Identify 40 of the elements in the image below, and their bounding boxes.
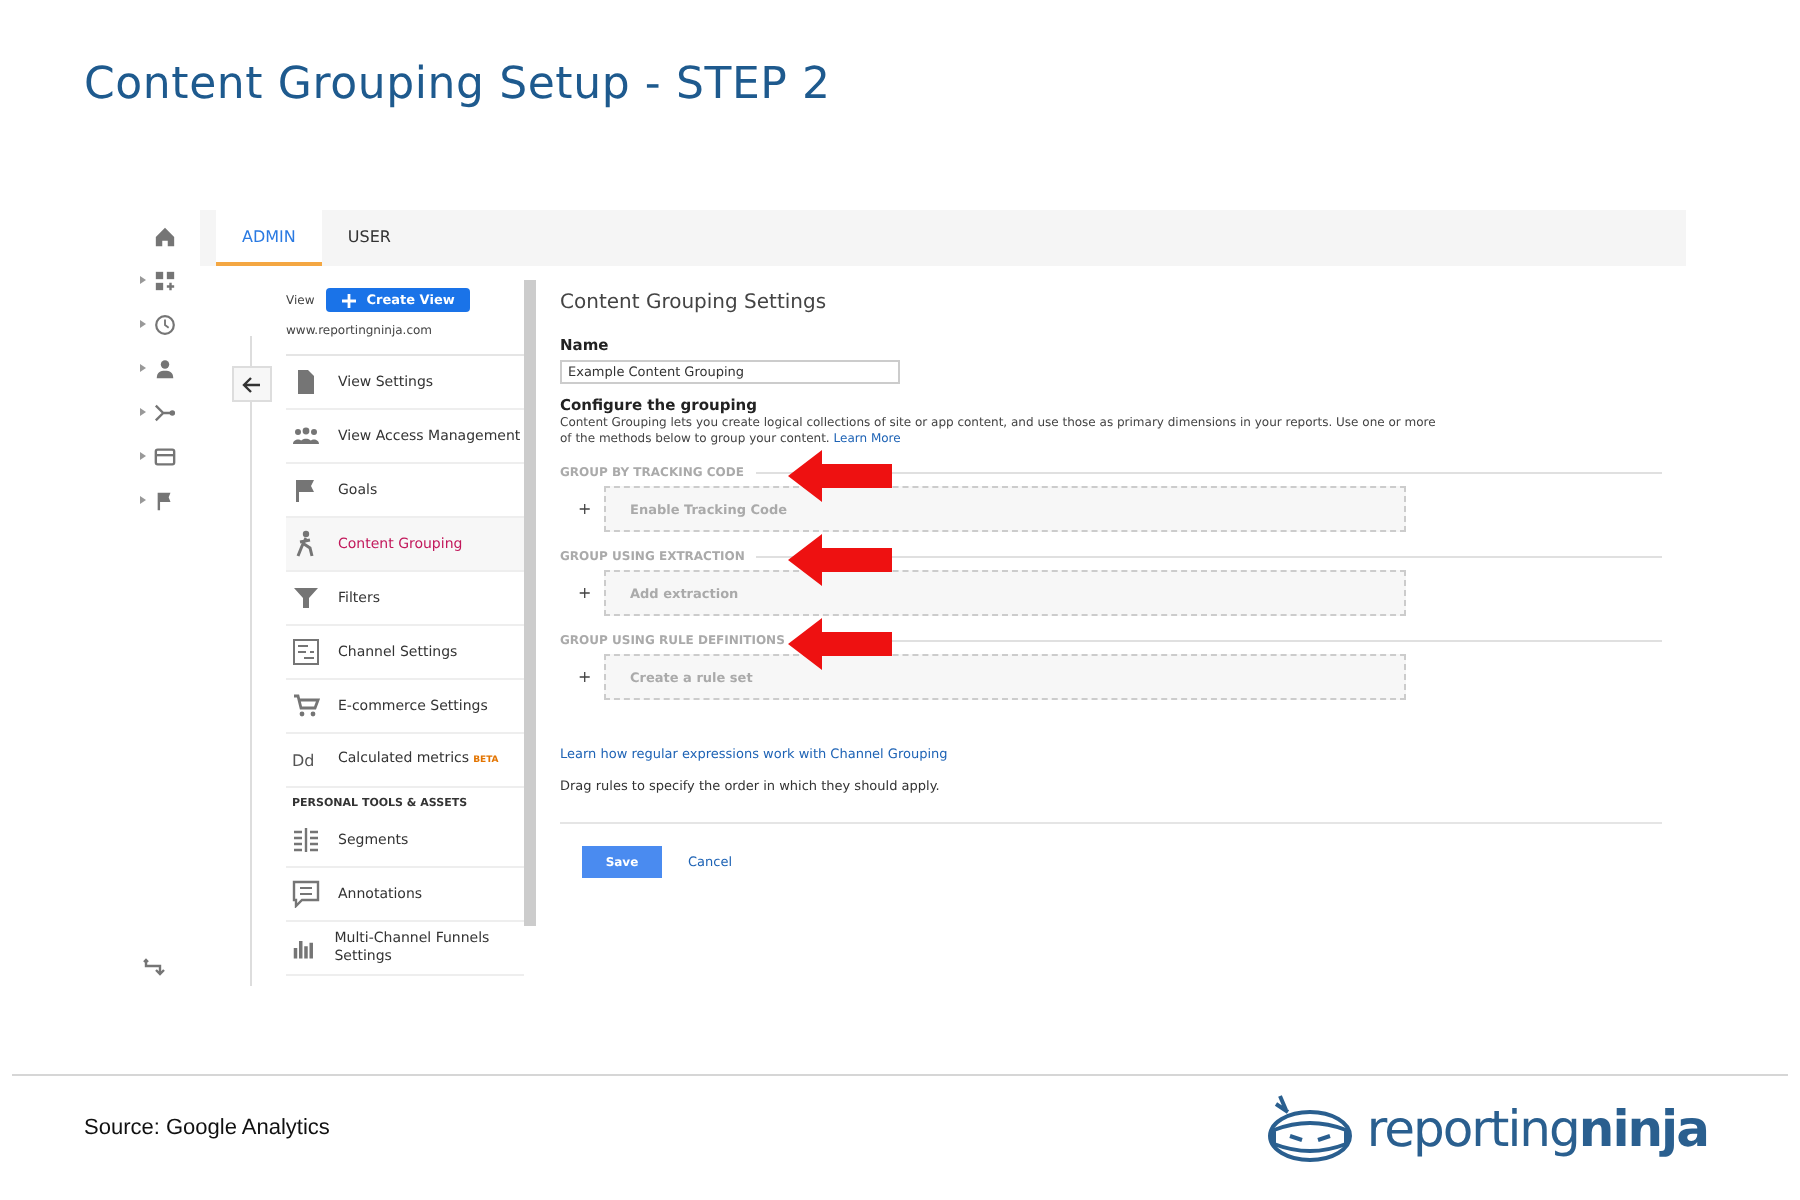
expand-caret-icon[interactable] (139, 364, 145, 372)
person-icon[interactable] (153, 357, 175, 379)
segments-icon (292, 826, 320, 854)
cart-icon (292, 692, 320, 720)
channel-icon (292, 638, 320, 666)
tab[interactable]: ADMIN (216, 210, 322, 266)
scrollbar[interactable] (524, 280, 536, 926)
expand-caret-icon[interactable] (139, 276, 145, 284)
logo-wordmark: reportingninja (1366, 1099, 1708, 1157)
plus-icon: + (560, 668, 604, 686)
flag-icon (292, 476, 320, 504)
source-note: Source: Google Analytics (84, 1116, 330, 1140)
expand-caret-icon[interactable] (139, 320, 145, 328)
people-icon (292, 422, 320, 450)
slide-title: Content Grouping Setup - STEP 2 (82, 58, 833, 114)
expand-caret-icon[interactable] (139, 496, 145, 504)
dd-icon: Dd (292, 751, 320, 769)
clock-icon[interactable] (153, 313, 175, 335)
pointer-arrow-icon (788, 618, 892, 670)
dashboard-icon[interactable] (153, 269, 175, 291)
doc-icon (292, 368, 320, 396)
plus-icon: + (560, 500, 604, 518)
flag-icon[interactable] (153, 489, 175, 511)
pointer-arrow-icon (788, 534, 892, 586)
note-icon (292, 880, 320, 908)
expand-caret-icon[interactable] (139, 408, 145, 416)
back-arrow-icon (242, 375, 262, 393)
settings-title: Content Grouping Settings (560, 292, 829, 314)
back-button[interactable] (232, 366, 272, 402)
swap-icon[interactable] (142, 958, 166, 978)
expand-caret-icon[interactable] (139, 452, 145, 460)
home-icon[interactable] (153, 225, 175, 247)
filter-icon (292, 584, 320, 612)
plus-icon: + (560, 584, 604, 602)
flow-icon[interactable] (153, 401, 175, 423)
plus-icon (342, 293, 357, 307)
card-icon[interactable] (153, 445, 175, 467)
tab[interactable]: USER (321, 210, 417, 266)
pointer-arrow-icon (788, 450, 892, 502)
ninja-logo-icon (1264, 1092, 1357, 1164)
